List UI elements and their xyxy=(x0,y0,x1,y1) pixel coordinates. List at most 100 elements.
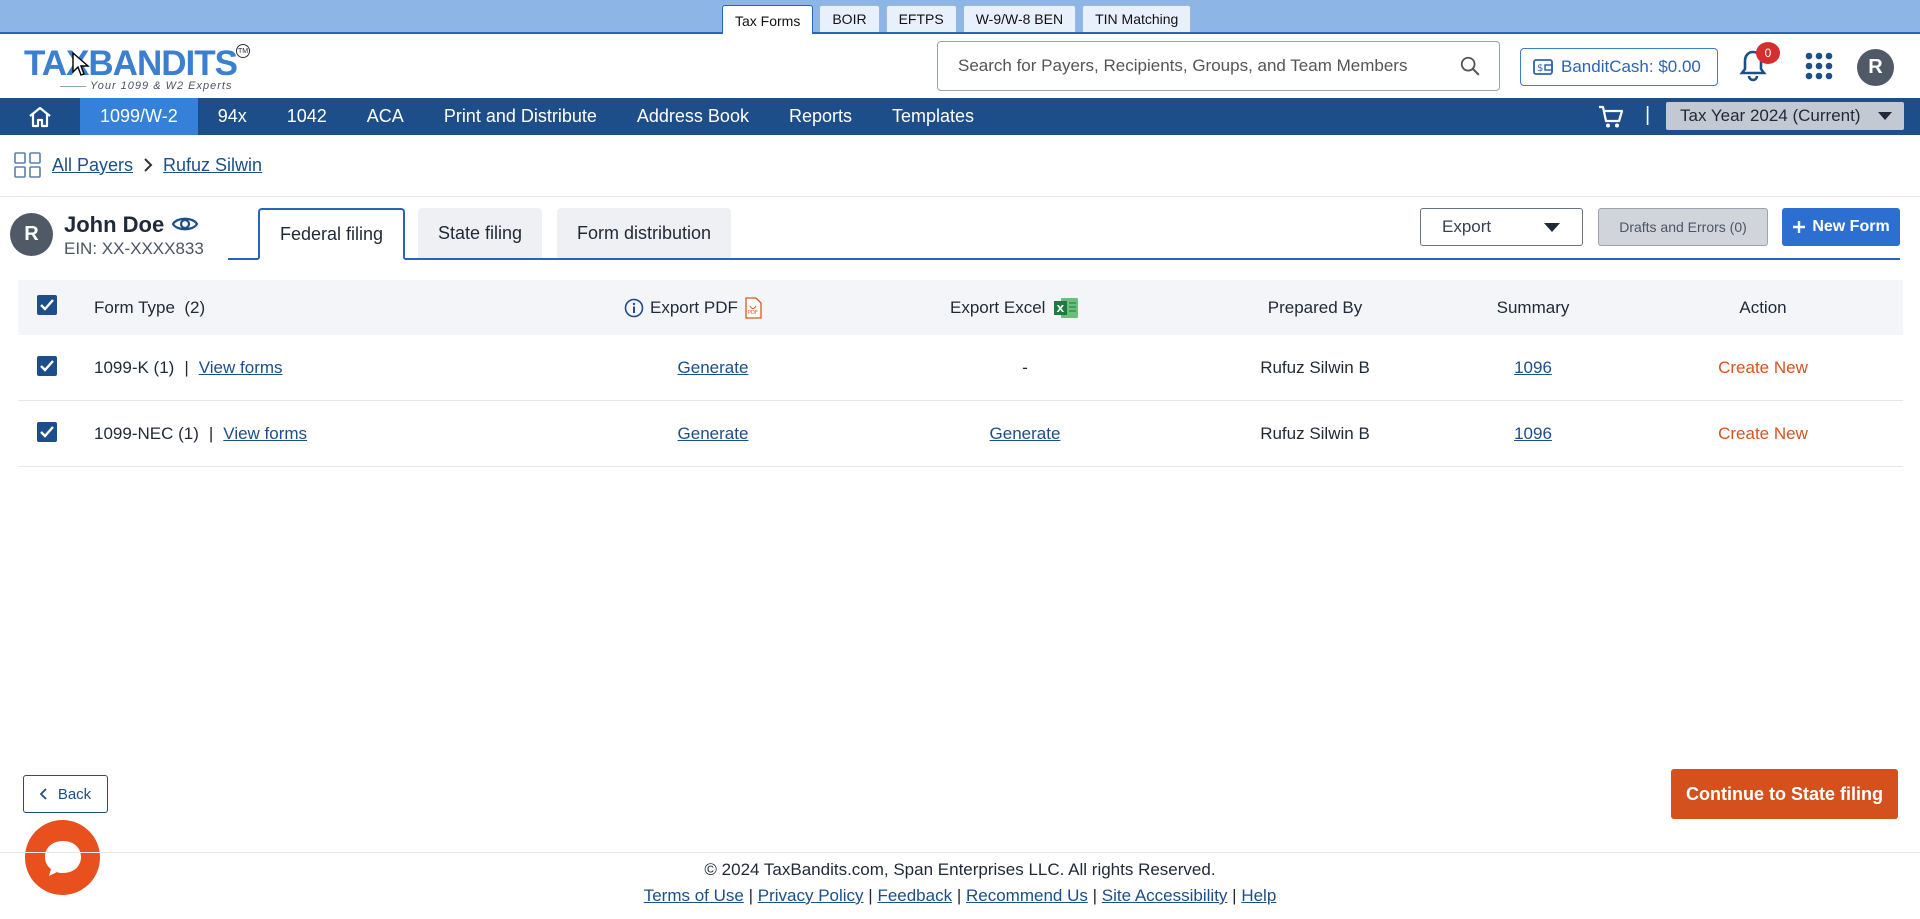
eye-icon[interactable] xyxy=(171,213,199,235)
forms-table-header: Form Type (2) Export PDF PDF Export Exce… xyxy=(18,280,1903,335)
cell-action: Create New xyxy=(1698,402,1828,466)
nav-item-aca[interactable]: ACA xyxy=(347,98,424,135)
new-form-label: New Form xyxy=(1812,218,1890,235)
breadcrumb: All Payers Rufuz Silwin xyxy=(14,152,262,178)
footer-link-terms[interactable]: Terms of Use xyxy=(644,886,744,905)
tab-federal-filing[interactable]: Federal filing xyxy=(258,208,406,260)
notification-count-badge: 0 xyxy=(1756,42,1780,64)
bandit-cash-button[interactable]: $ BanditCash: $0.00 xyxy=(1520,48,1718,86)
header-prepared-by: Prepared By xyxy=(1267,297,1363,317)
copyright-text: © 2024 TaxBandits.com, Span Enterprises … xyxy=(704,860,1216,879)
checkmark-icon xyxy=(40,299,54,311)
wallet-icon: $ xyxy=(1533,59,1553,75)
cell-form-type: 1099-NEC (1) | View forms xyxy=(94,402,307,466)
product-tab-tax-forms[interactable]: Tax Forms xyxy=(722,5,814,36)
tax-year-select[interactable]: Tax Year 2024 (Current) xyxy=(1666,102,1904,130)
header-form-type: Form Type (2) xyxy=(94,280,205,335)
tax-year-label: Tax Year 2024 (Current) xyxy=(1680,106,1861,125)
chevron-down-icon xyxy=(1544,223,1560,232)
excel-file-icon: X xyxy=(1054,297,1079,318)
nav-item-1099-w2[interactable]: 1099/W-2 xyxy=(80,98,198,135)
create-new-link[interactable]: Create New xyxy=(1718,424,1808,444)
footer-divider xyxy=(0,852,1920,853)
apps-grid-icon[interactable] xyxy=(1804,51,1834,81)
footer-link-separator: | xyxy=(868,886,873,905)
cell-export-pdf: Generate xyxy=(628,402,798,466)
chevron-right-icon xyxy=(144,158,153,172)
nav-item-94x[interactable]: 94x xyxy=(198,98,267,135)
tab-state-filing[interactable]: State filing xyxy=(418,208,543,258)
home-button[interactable] xyxy=(0,98,80,135)
product-tab-eftps[interactable]: EFTPS xyxy=(885,5,957,32)
logo-text-part2: BANDITS xyxy=(88,44,238,83)
nav-item-reports[interactable]: Reports xyxy=(769,98,872,135)
cell-summary: 1096 xyxy=(1468,336,1598,400)
generate-excel-link[interactable]: Generate xyxy=(990,424,1061,444)
payer-ein: EIN: XX-XXXX833 xyxy=(64,239,204,258)
nav-item-1042[interactable]: 1042 xyxy=(267,98,347,135)
nav-separator: | xyxy=(1645,104,1651,126)
view-forms-link[interactable]: View forms xyxy=(223,424,307,444)
product-tab-tin-matching[interactable]: TIN Matching xyxy=(1082,5,1192,32)
select-all-checkbox[interactable] xyxy=(37,295,57,315)
summary-1096-link[interactable]: 1096 xyxy=(1514,424,1552,444)
form-name: 1099-K (1) xyxy=(94,358,175,377)
pdf-file-icon: PDF xyxy=(745,296,762,319)
home-icon xyxy=(29,106,51,127)
new-form-button[interactable]: New Form xyxy=(1782,208,1900,246)
drafts-and-errors-button[interactable]: Drafts and Errors (0) xyxy=(1598,208,1768,246)
form-name: 1099-NEC (1) xyxy=(94,424,199,443)
export-dropdown-label: Export xyxy=(1442,217,1492,236)
footer-link-feedback[interactable]: Feedback xyxy=(877,886,952,905)
cell-export-pdf: Generate xyxy=(628,336,798,400)
cell-separator: | xyxy=(184,358,189,377)
generate-pdf-link[interactable]: Generate xyxy=(678,358,749,378)
footer-link-accessibility[interactable]: Site Accessibility xyxy=(1102,886,1228,905)
nav-item-templates[interactable]: Templates xyxy=(872,98,994,135)
bandit-cash-label: BanditCash: $0.00 xyxy=(1561,57,1701,76)
search-icon[interactable] xyxy=(1459,55,1481,77)
tab-form-distribution[interactable]: Form distribution xyxy=(557,208,732,258)
product-tabs: Tax Forms BOIR EFTPS W-9/W-8 BEN TIN Mat… xyxy=(722,5,1192,36)
header-action: Action xyxy=(1739,297,1787,317)
global-search xyxy=(937,41,1500,91)
generate-pdf-link[interactable]: Generate xyxy=(678,424,749,444)
breadcrumb-all-payers[interactable]: All Payers xyxy=(52,155,133,176)
payer-name: John Doe xyxy=(64,212,165,237)
cell-prepared-by: Rufuz Silwin B xyxy=(1260,358,1370,377)
notifications-button[interactable]: 0 xyxy=(1738,42,1780,84)
footer-link-separator: | xyxy=(1232,886,1237,905)
back-label: Back xyxy=(57,785,92,803)
info-icon[interactable] xyxy=(624,298,644,318)
footer-link-recommend[interactable]: Recommend Us xyxy=(966,886,1088,905)
chevron-left-icon xyxy=(39,788,47,800)
header-export-pdf-label: Export PDF xyxy=(650,297,738,317)
continue-to-state-filing-button[interactable]: Continue to State filing xyxy=(1671,769,1898,819)
view-forms-link[interactable]: View forms xyxy=(199,358,283,378)
product-tab-boir[interactable]: BOIR xyxy=(819,5,880,32)
footer-link-help[interactable]: Help xyxy=(1241,886,1276,905)
row-checkbox[interactable] xyxy=(37,356,57,376)
back-button[interactable]: Back xyxy=(23,775,108,813)
nav-item-address-book[interactable]: Address Book xyxy=(617,98,769,135)
breadcrumb-current-payer[interactable]: Rufuz Silwin xyxy=(163,155,262,176)
nav-item-print-distribute[interactable]: Print and Distribute xyxy=(424,98,617,135)
export-dropdown[interactable]: Export xyxy=(1420,208,1583,246)
row-checkbox[interactable] xyxy=(37,422,57,442)
cell-summary: 1096 xyxy=(1468,402,1598,466)
cell-export-excel: - xyxy=(1022,358,1028,377)
dashboard-grid-icon[interactable] xyxy=(14,152,42,178)
footer-link-privacy[interactable]: Privacy Policy xyxy=(758,886,864,905)
create-new-link[interactable]: Create New xyxy=(1718,358,1808,378)
summary-1096-link[interactable]: 1096 xyxy=(1514,358,1552,378)
table-row: 1099-K (1) | View forms Generate - Rufuz… xyxy=(18,336,1903,401)
product-tab-w9-w8ben[interactable]: W-9/W-8 BEN xyxy=(962,5,1077,32)
product-switcher-bar: Tax Forms BOIR EFTPS W-9/W-8 BEN TIN Mat… xyxy=(0,0,1920,36)
cart-icon[interactable] xyxy=(1598,105,1624,129)
chat-widget-button[interactable] xyxy=(25,820,100,895)
payer-avatar: R xyxy=(10,213,53,256)
user-avatar[interactable]: R xyxy=(1857,49,1894,86)
search-input[interactable] xyxy=(958,56,1459,76)
taxbandits-logo[interactable]: TAXBANDITS Your 1099 & W2 Experts TM xyxy=(24,40,254,94)
checkmark-icon xyxy=(40,426,54,438)
